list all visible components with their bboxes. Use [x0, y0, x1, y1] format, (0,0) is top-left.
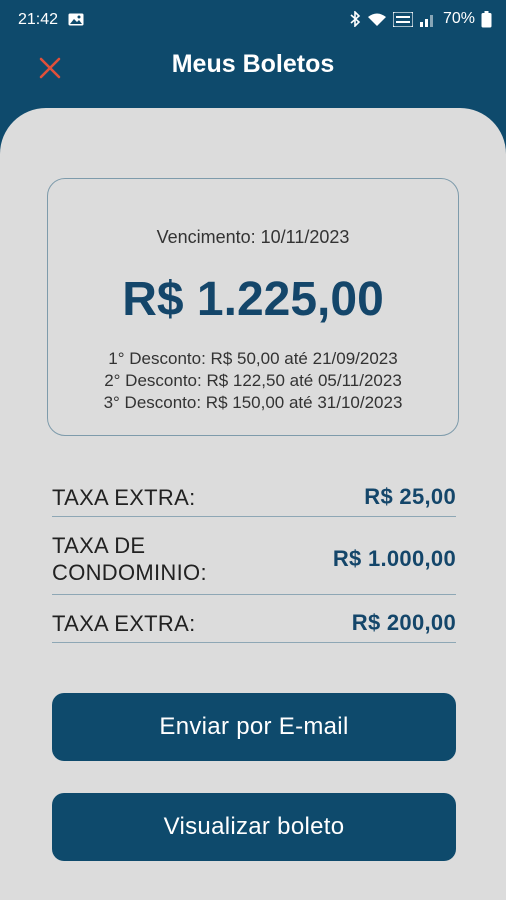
fee-value: R$ 200,00	[351, 610, 456, 635]
battery-label: 70%	[442, 10, 475, 27]
view-boleto-button[interactable]: Visualizar boleto	[52, 793, 456, 861]
discount-2: 2° Desconto: R$ 122,50 até 05/11/2023	[104, 371, 402, 390]
fee-row-extra-1: TAXA EXTRA: R$ 25,00	[52, 478, 456, 517]
discount-3: 3° Desconto: R$ 150,00 até 31/10/2023	[103, 393, 403, 412]
fee-value: R$ 25,00	[364, 484, 456, 509]
gallery-icon	[68, 13, 84, 26]
page-title: Meus Boletos	[171, 50, 335, 78]
total-amount: R$ 1.225,00	[122, 273, 384, 326]
wifi-icon	[367, 12, 387, 27]
content-panel: Vencimento: 10/11/2023 R$ 1.225,00 1° De…	[0, 108, 506, 900]
due-date: Vencimento: 10/11/2023	[156, 227, 350, 247]
discount-1: 1° Desconto: R$ 50,00 até 21/09/2023	[108, 349, 398, 368]
fee-label: TAXA DE CONDOMINIO:	[52, 533, 207, 585]
status-time: 21:42	[18, 11, 59, 28]
battery-icon	[481, 10, 492, 28]
send-email-button[interactable]: Enviar por E-mail	[52, 693, 456, 761]
fee-label: TAXA EXTRA:	[52, 485, 196, 510]
bluetooth-icon	[350, 11, 361, 27]
status-icons: 70%	[350, 10, 492, 28]
fee-row-condominio: TAXA DE CONDOMINIO: R$ 1.000,00	[52, 530, 456, 595]
fee-label: TAXA EXTRA:	[52, 611, 196, 636]
status-bar: 21:42 70%	[0, 0, 506, 40]
fee-value: R$ 1.000,00	[332, 546, 456, 571]
signal-icon	[419, 12, 437, 27]
fee-row-extra-2: TAXA EXTRA: R$ 200,00	[52, 606, 456, 643]
volte-icon	[392, 11, 413, 27]
summary-card: Vencimento: 10/11/2023 R$ 1.225,00 1° De…	[47, 178, 459, 436]
